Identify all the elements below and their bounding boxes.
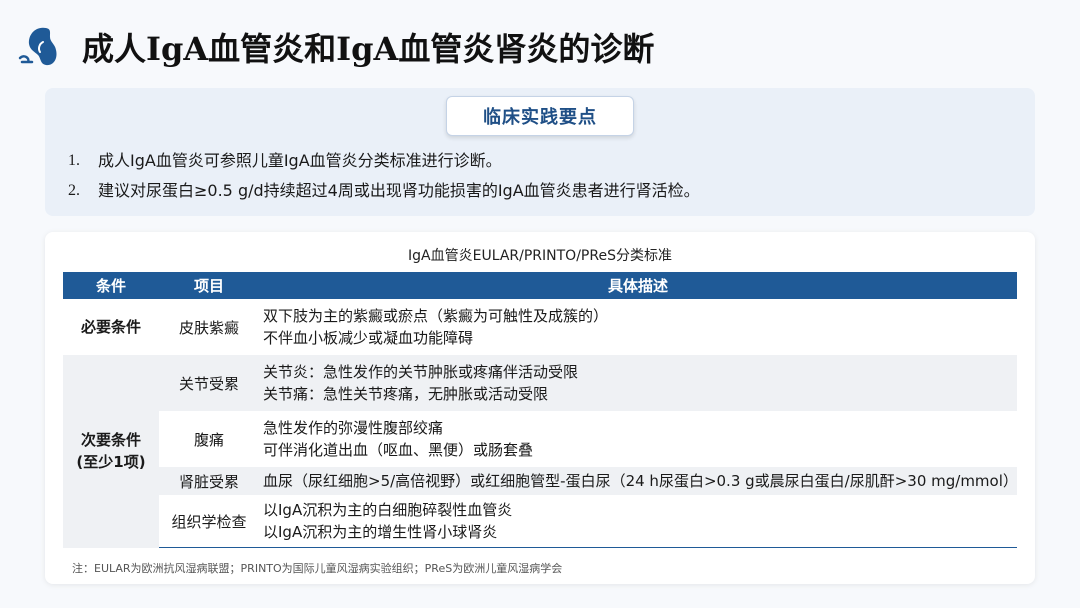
condition-minor: 次要条件 (至少1项) bbox=[63, 355, 159, 548]
item-cell: 关节受累 bbox=[159, 355, 259, 411]
table-row: 次要条件 (至少1项) 关节受累 关节炎：急性发作的关节肿胀或疼痛伴活动受限 关… bbox=[63, 355, 1017, 548]
item-cell: 皮肤紫癜 bbox=[178, 318, 239, 337]
column-header-item: 项目 bbox=[159, 272, 259, 299]
table-caption: IgA血管炎EULAR/PRINTO/PReS分类标准 bbox=[408, 248, 672, 264]
description-cell: 以IgA沉积为主的白细胞碎裂性血管炎 以IgA沉积为主的增生性肾小球肾炎 bbox=[259, 495, 1017, 548]
column-header-description: 具体描述 bbox=[259, 272, 1017, 299]
description-cell: 关节炎：急性发作的关节肿胀或疼痛伴活动受限 关节痛：急性关节疼痛，无肿胀或活动受… bbox=[259, 355, 1017, 411]
practice-points-heading: 临床实践要点 bbox=[446, 96, 634, 136]
list-item: 1. 成人IgA血管炎可参照儿童IgA血管炎分类标准进行诊断。 bbox=[68, 151, 502, 170]
description-cell: 血尿（尿红细胞>5/高倍视野）或红细胞管型-蛋白尿（24 h尿蛋白>0.3 g或… bbox=[259, 467, 1018, 495]
table-row: 必要条件 皮肤紫癜 双下肢为主的紫癜或瘀点（紫癜为可触性及成簇的） 不伴血小板减… bbox=[63, 299, 1017, 355]
column-header-condition: 条件 bbox=[63, 272, 159, 299]
list-item: 2. 建议对尿蛋白≥0.5 g/d持续超过4周或出现肾功能损害的IgA血管炎患者… bbox=[68, 181, 700, 200]
condition-mandatory: 必要条件 bbox=[80, 318, 141, 336]
table-header-row: 条件 项目 具体描述 bbox=[63, 272, 1017, 299]
page-title: 成人IgA血管炎和IgA血管炎肾炎的诊断 bbox=[82, 30, 655, 68]
criteria-table: 条件 项目 具体描述 必要条件 皮肤紫癜 双下肢为主的紫癜或瘀点（紫癜为可触性及… bbox=[63, 272, 1018, 548]
item-cell: 腹痛 bbox=[193, 430, 224, 449]
description-cell: 急性发作的弥漫性腹部绞痛 可伴消化道出血（呕血、黑便）或肠套叠 bbox=[263, 419, 534, 459]
table-row: 腹痛 急性发作的弥漫性腹部绞痛 可伴消化道出血（呕血、黑便）或肠套叠 bbox=[63, 411, 1017, 467]
table-row: 肾脏受累 血尿（尿红细胞>5/高倍视野）或红细胞管型-蛋白尿（24 h尿蛋白>0… bbox=[63, 467, 1018, 495]
kidney-icon bbox=[18, 27, 57, 66]
item-cell: 组织学检查 bbox=[159, 495, 259, 548]
description-cell: 双下肢为主的紫癜或瘀点（紫癜为可触性及成簇的） 不伴血小板减少或凝血功能障碍 bbox=[263, 307, 609, 347]
item-cell: 肾脏受累 bbox=[159, 467, 259, 495]
table-row: 组织学检查 以IgA沉积为主的白细胞碎裂性血管炎 以IgA沉积为主的增生性肾小球… bbox=[63, 495, 1017, 548]
footnote: 注：EULAR为欧洲抗风湿病联盟；PRINTO为国际儿童风湿病实验组织；PReS… bbox=[72, 562, 563, 575]
practice-points-list: 1. 成人IgA血管炎可参照儿童IgA血管炎分类标准进行诊断。 2. 建议对尿蛋… bbox=[68, 146, 700, 206]
